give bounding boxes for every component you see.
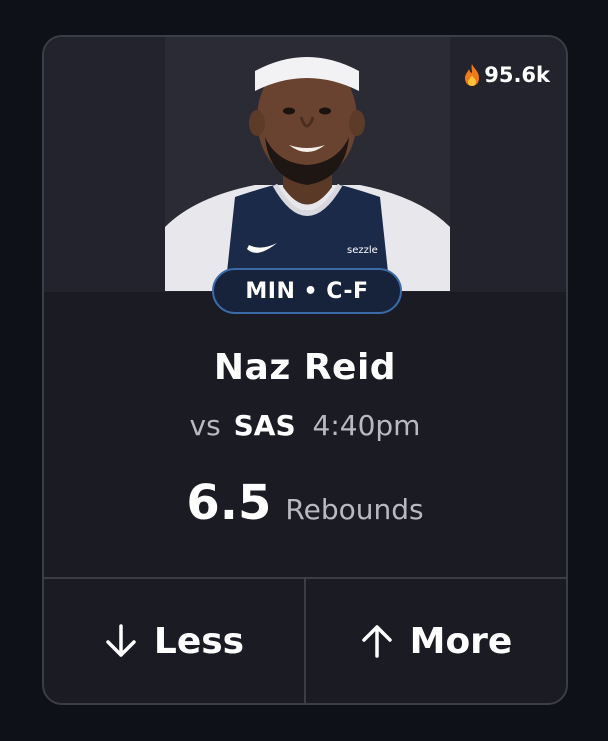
matchup-prefix: vs — [189, 409, 221, 442]
team-position-badge: MIN • C-F — [212, 268, 402, 314]
player-photo: sezzle — [165, 37, 450, 291]
projection-stat: Rebounds — [285, 493, 424, 526]
projection-line: 6.5 Rebounds — [44, 475, 566, 531]
projection-card: sezzle 95.6k MIN • C-F Naz Reid vs SAS 4… — [42, 35, 568, 705]
jersey-sponsor-logo: sezzle — [347, 245, 378, 256]
arrow-down-icon — [104, 623, 138, 659]
trending-count: 95.6k — [462, 63, 550, 87]
arrow-up-icon — [360, 623, 394, 659]
player-name: Naz Reid — [213, 347, 397, 388]
less-button[interactable]: Less — [44, 579, 304, 703]
fire-icon — [462, 63, 482, 87]
less-label: Less — [153, 620, 245, 662]
more-label: More — [409, 620, 513, 662]
more-button[interactable]: More — [304, 579, 566, 703]
game-time: 4:40pm — [312, 409, 421, 442]
opponent-team: SAS — [233, 409, 296, 442]
matchup-info: vs SAS 4:40pm — [44, 409, 566, 442]
trending-count-text: 95.6k — [484, 63, 550, 87]
projection-value: 6.5 — [186, 475, 272, 531]
pick-actions: Less More — [44, 577, 566, 703]
